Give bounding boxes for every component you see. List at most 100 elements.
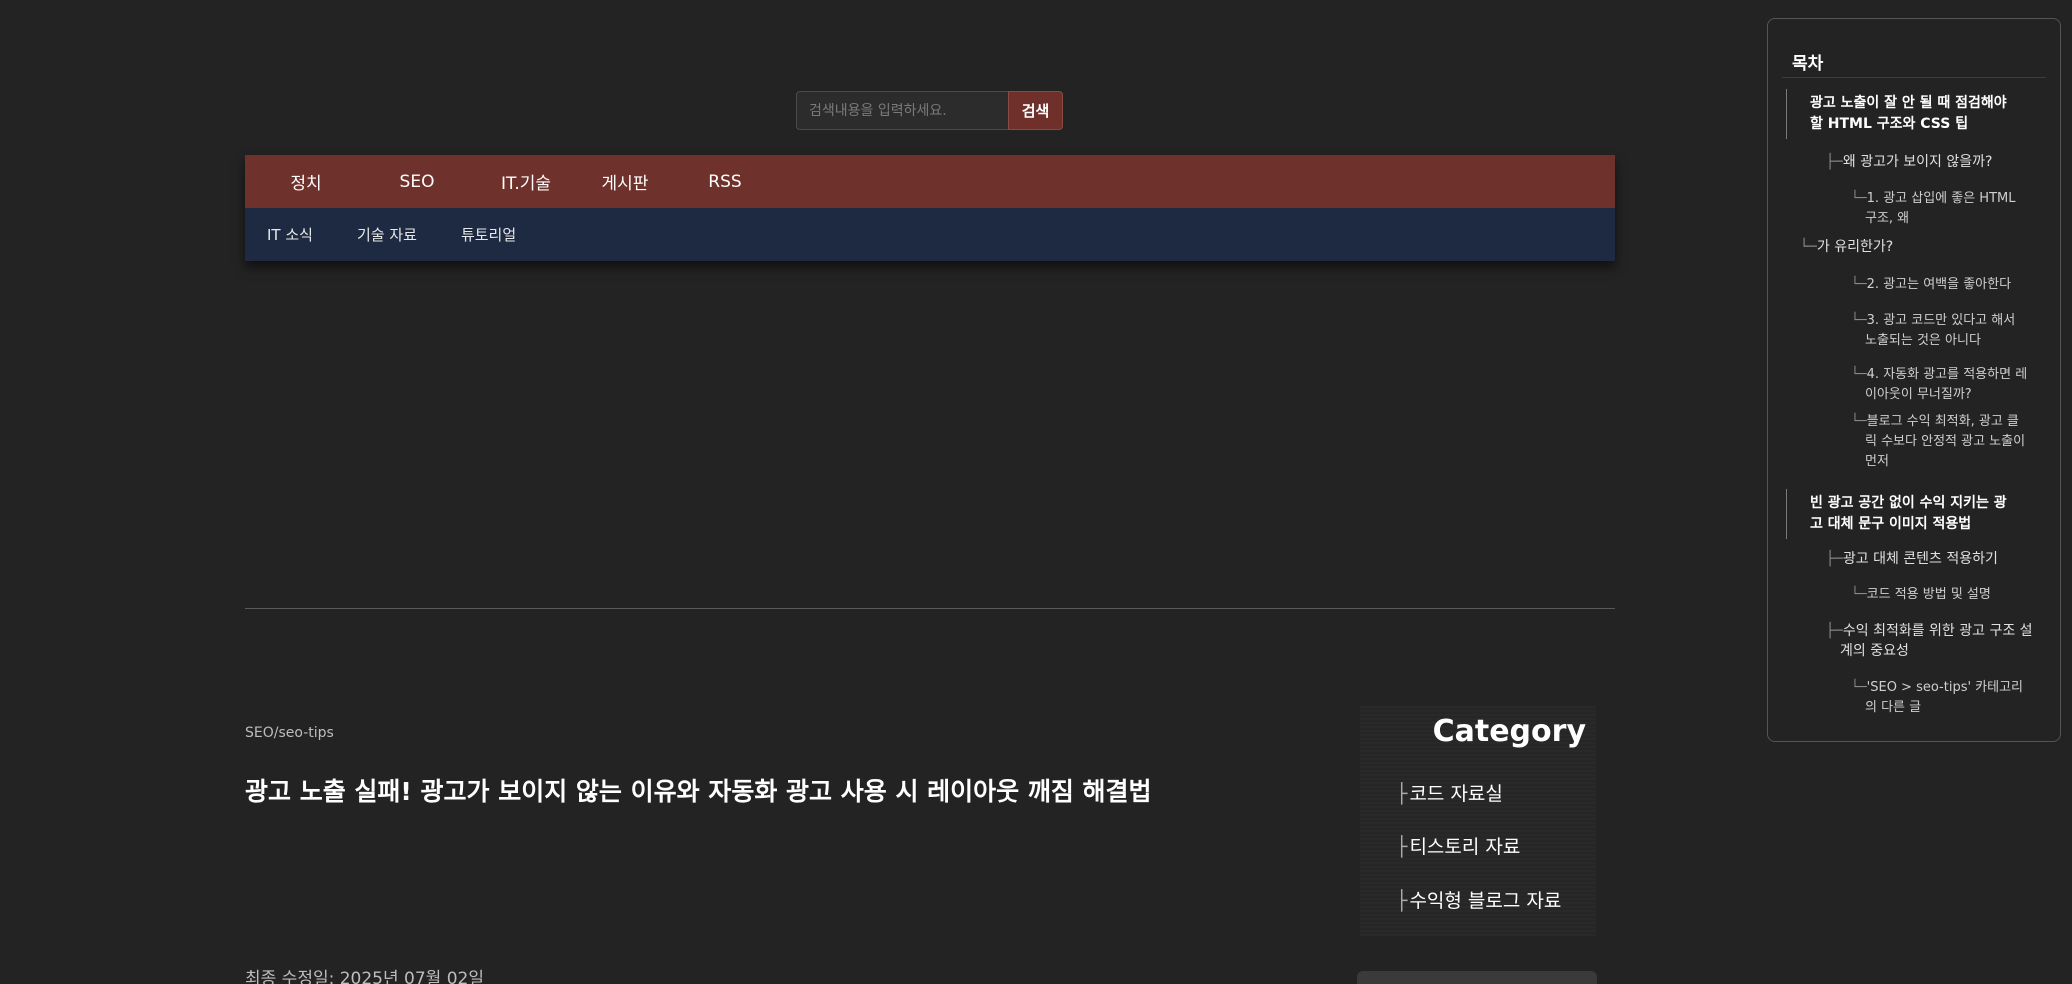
main-menu: 정치 SEO IT.기술 게시판 RSS xyxy=(245,155,1615,208)
toc-item-line: 의 다른 글 xyxy=(1851,698,2042,718)
toc-item-line: └─4. 자동화 광고를 적용하면 레 xyxy=(1851,365,2042,385)
toc-item[interactable]: └─블로그 수익 최적화, 광고 클릭 수보다 안정적 광고 노출이먼저 xyxy=(1851,412,2042,472)
toc-item[interactable]: └─가 유리한가? xyxy=(1800,237,2042,257)
sub-menu: IT 소식 기술 자료 튜토리얼 xyxy=(245,208,1615,261)
toc-item-line: 이아웃이 무너질까? xyxy=(1851,385,2042,405)
nav-item-board[interactable]: 게시판 xyxy=(585,169,665,194)
category-item-tistory[interactable]: ├ 티스토리 자료 xyxy=(1396,832,1520,859)
toc-item-text: 광고 노출이 잘 안 될 때 점검해야 xyxy=(1810,95,2007,111)
search-input[interactable] xyxy=(796,91,1008,130)
toc-item-line: ├─왜 광고가 보이지 않을까? xyxy=(1826,152,2042,172)
tree-branch-icon: └─ xyxy=(1851,313,1867,328)
search-bar: 검색 xyxy=(796,91,1063,130)
post-title: 광고 노출 실패! 광고가 보이지 않는 이유와 자동화 광고 사용 시 레이아… xyxy=(245,777,1152,806)
toc-item-text: 2. 광고는 여백을 좋아한다 xyxy=(1866,277,2012,292)
search-button[interactable]: 검색 xyxy=(1008,91,1063,130)
nav-item-seo[interactable]: SEO xyxy=(367,172,467,192)
toc-item[interactable]: └─'SEO > seo-tips' 카테고리의 다른 글 xyxy=(1851,678,2042,718)
toc-item-text: 의 다른 글 xyxy=(1865,700,1922,715)
toc-item-text: 노출되는 것은 아니다 xyxy=(1865,333,1981,348)
toc-item[interactable]: ├─광고 대체 콘텐츠 적용하기 xyxy=(1826,549,2042,569)
subnav-item-it-news[interactable]: IT 소식 xyxy=(267,224,313,245)
category-item-label: 티스토리 자료 xyxy=(1409,836,1521,858)
toc-item-line: ├─수익 최적화를 위한 광고 구조 설 xyxy=(1826,621,2042,641)
toc-item-line: 고 대체 문구 이미지 적용법 xyxy=(1810,514,2042,535)
toc-item[interactable]: ├─왜 광고가 보이지 않을까? xyxy=(1826,152,2042,172)
toc-item[interactable]: 빈 광고 공간 없이 수익 지키는 광고 대체 문구 이미지 적용법 xyxy=(1786,489,2042,539)
toc-item-text: 1. 광고 삽입에 좋은 HTML xyxy=(1866,191,2016,206)
toc-item-text: 구조, 왜 xyxy=(1865,211,1910,226)
nav-item-it-tech[interactable]: IT.기술 xyxy=(467,169,585,194)
toc-item-text: 왜 광고가 보이지 않을까? xyxy=(1842,154,1993,170)
toc-item[interactable]: └─3. 광고 코드만 있다고 해서노출되는 것은 아니다 xyxy=(1851,311,2042,351)
toc-item-line: └─3. 광고 코드만 있다고 해서 xyxy=(1851,311,2042,331)
tree-branch-icon: └─ xyxy=(1851,367,1867,382)
category-item-label: 코드 자료실 xyxy=(1409,783,1503,805)
subnav-item-tech-resources[interactable]: 기술 자료 xyxy=(357,224,417,245)
toc-item[interactable]: └─코드 적용 방법 및 설명 xyxy=(1851,585,2042,605)
tree-branch-icon: ├─ xyxy=(1826,623,1843,639)
tree-branch-icon: ├ xyxy=(1396,890,1408,912)
toc-item-text: 광고 대체 콘텐츠 적용하기 xyxy=(1842,551,1998,567)
toc-item-text: 할 HTML 구조와 CSS 팁 xyxy=(1810,116,1969,132)
tree-branch-icon: └─ xyxy=(1851,191,1867,206)
toc-item-line: └─코드 적용 방법 및 설명 xyxy=(1851,585,2042,605)
toc-item[interactable]: └─2. 광고는 여백을 좋아한다 xyxy=(1851,275,2042,295)
tree-branch-icon: └─ xyxy=(1851,414,1867,429)
category-item-label: 수익형 블로그 자료 xyxy=(1409,890,1562,912)
toc-item-line: └─블로그 수익 최적화, 광고 클 xyxy=(1851,412,2042,432)
toc-item-line: 릭 수보다 안정적 광고 노출이 xyxy=(1851,432,2042,452)
category-widget: Category ├ 코드 자료실 ├ 티스토리 자료 ├ 수익형 블로그 자료 xyxy=(1360,706,1596,936)
toc-item-text: 릭 수보다 안정적 광고 노출이 xyxy=(1865,434,2026,449)
tree-branch-icon: └─ xyxy=(1851,587,1867,602)
toc-item-line: 빈 광고 공간 없이 수익 지키는 광 xyxy=(1810,493,2042,514)
toc-item-line: └─가 유리한가? xyxy=(1800,237,2042,257)
subnav-item-tutorial[interactable]: 튜토리얼 xyxy=(461,224,516,245)
post-modified-date: 최종 수정일: 2025년 07월 02일 xyxy=(245,969,484,984)
tree-branch-icon: ├─ xyxy=(1826,154,1843,170)
toc-item-text: 계의 중요성 xyxy=(1840,643,1909,659)
toc-item-text: 3. 광고 코드만 있다고 해서 xyxy=(1866,313,2016,328)
toc-item[interactable]: └─4. 자동화 광고를 적용하면 레이아웃이 무너질까? xyxy=(1851,365,2042,405)
toc-item[interactable]: └─1. 광고 삽입에 좋은 HTML 구조, 왜 xyxy=(1851,189,2042,229)
toc-item-text: 먼저 xyxy=(1865,454,1889,469)
toc-item-text: 고 대체 문구 이미지 적용법 xyxy=(1810,516,1972,532)
toc-item-text: 블로그 수익 최적화, 광고 클 xyxy=(1866,414,2019,429)
toc-item-text: 4. 자동화 광고를 적용하면 레 xyxy=(1866,367,2028,382)
toc-item-text: 수익 최적화를 위한 광고 구조 설 xyxy=(1842,623,2033,639)
tree-branch-icon: ├ xyxy=(1396,836,1408,858)
toc-item-text: 가 유리한가? xyxy=(1816,239,1894,255)
toc-item-line: 구조, 왜 xyxy=(1851,209,2042,229)
toc-item-line: └─2. 광고는 여백을 좋아한다 xyxy=(1851,275,2042,295)
toc-divider xyxy=(1782,77,2046,78)
widget-box xyxy=(1357,971,1597,984)
toc-item-text: 이아웃이 무너질까? xyxy=(1865,387,1972,402)
toc-item-text: 'SEO > seo-tips' 카테고리 xyxy=(1866,680,2024,695)
toc-item-line: └─1. 광고 삽입에 좋은 HTML xyxy=(1851,189,2042,209)
tree-branch-icon: ├ xyxy=(1396,783,1408,805)
nav-item-politics[interactable]: 정치 xyxy=(245,169,367,194)
toc-item-line: └─'SEO > seo-tips' 카테고리 xyxy=(1851,678,2042,698)
tree-branch-icon: └─ xyxy=(1800,239,1817,255)
toc-item-text: 빈 광고 공간 없이 수익 지키는 광 xyxy=(1810,495,2007,511)
toc-item-line: 먼저 xyxy=(1851,452,2042,472)
tree-branch-icon: ├─ xyxy=(1826,551,1843,567)
toc-item-line: 노출되는 것은 아니다 xyxy=(1851,331,2042,351)
toc-item[interactable]: 광고 노출이 잘 안 될 때 점검해야할 HTML 구조와 CSS 팁 xyxy=(1786,89,2042,139)
category-widget-title: Category xyxy=(1432,714,1586,749)
toc-heading: 목차 xyxy=(1792,54,1824,74)
category-item-revenue-blog[interactable]: ├ 수익형 블로그 자료 xyxy=(1396,886,1561,913)
category-item-code[interactable]: ├ 코드 자료실 xyxy=(1396,779,1503,806)
content-divider xyxy=(245,608,1615,609)
toc-item[interactable]: ├─수익 최적화를 위한 광고 구조 설계의 중요성 xyxy=(1826,621,2042,661)
tree-branch-icon: └─ xyxy=(1851,277,1867,292)
toc-item-line: ├─광고 대체 콘텐츠 적용하기 xyxy=(1826,549,2042,569)
toc-item-line: 할 HTML 구조와 CSS 팁 xyxy=(1810,114,2042,135)
nav-item-rss[interactable]: RSS xyxy=(665,172,785,192)
tree-branch-icon: └─ xyxy=(1851,680,1867,695)
toc-item-text: 코드 적용 방법 및 설명 xyxy=(1866,587,1991,602)
toc-item-line: 계의 중요성 xyxy=(1826,641,2042,661)
navigation: 정치 SEO IT.기술 게시판 RSS IT 소식 기술 자료 튜토리얼 xyxy=(245,155,1615,261)
table-of-contents: 목차 광고 노출이 잘 안 될 때 점검해야할 HTML 구조와 CSS 팁 ├─… xyxy=(1767,18,2061,742)
post-category-link[interactable]: SEO/seo-tips xyxy=(245,725,334,741)
